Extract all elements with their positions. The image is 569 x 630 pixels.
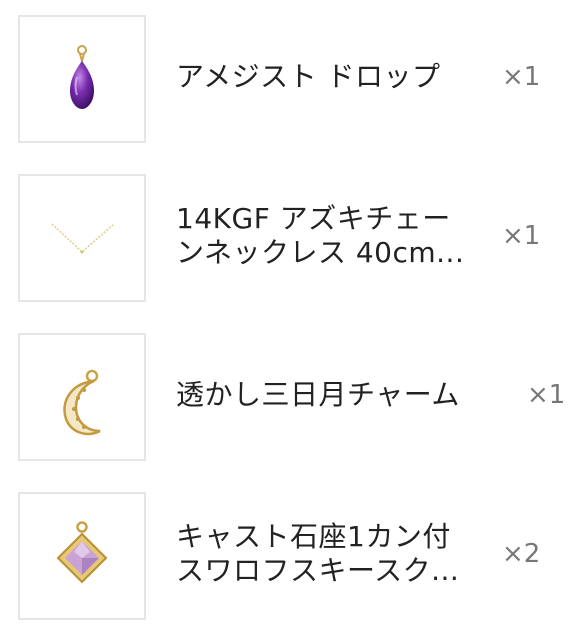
cart-item-list: アメジスト ドロップ ×1 14KGF アズキチェー ンネックレス 40cm..…	[0, 0, 569, 630]
product-title-line: キャスト石座1カン付	[176, 520, 451, 553]
product-title-line: 14KGF アズキチェー	[176, 202, 451, 235]
product-title-line: スワロフスキースク...	[176, 554, 460, 587]
product-title[interactable]: 透かし三日月チャーム	[176, 378, 476, 412]
product-title-line: アメジスト ドロップ	[176, 60, 441, 93]
product-thumbnail[interactable]	[18, 15, 146, 143]
cart-item[interactable]: アメジスト ドロップ ×1	[0, 15, 569, 143]
product-thumbnail[interactable]	[18, 333, 146, 461]
quantity-label: ×2	[502, 539, 541, 569]
product-title[interactable]: アメジスト ドロップ	[176, 60, 476, 94]
crescent-moon-charm-icon	[63, 369, 101, 436]
product-thumbnail[interactable]	[18, 174, 146, 302]
cart-item[interactable]: 透かし三日月チャーム ×1	[0, 333, 569, 461]
product-title[interactable]: 14KGF アズキチェー ンネックレス 40cm...	[176, 202, 476, 270]
quantity-label: ×1	[502, 221, 541, 251]
quantity-label: ×1	[502, 62, 541, 92]
cart-item[interactable]: キャスト石座1カン付 スワロフスキースク... ×2	[0, 492, 569, 620]
square-crystal-charm-icon	[56, 521, 108, 584]
product-title-line: ンネックレス 40cm...	[176, 236, 465, 269]
gold-chain-necklace-icon	[51, 223, 115, 254]
product-title[interactable]: キャスト石座1カン付 スワロフスキースク...	[176, 520, 476, 588]
product-title-line: 透かし三日月チャーム	[176, 378, 460, 411]
cart-item[interactable]: 14KGF アズキチェー ンネックレス 40cm... ×1	[0, 174, 569, 302]
product-thumbnail[interactable]	[18, 492, 146, 620]
quantity-label: ×1	[527, 380, 566, 410]
amethyst-drop-icon	[70, 45, 94, 109]
